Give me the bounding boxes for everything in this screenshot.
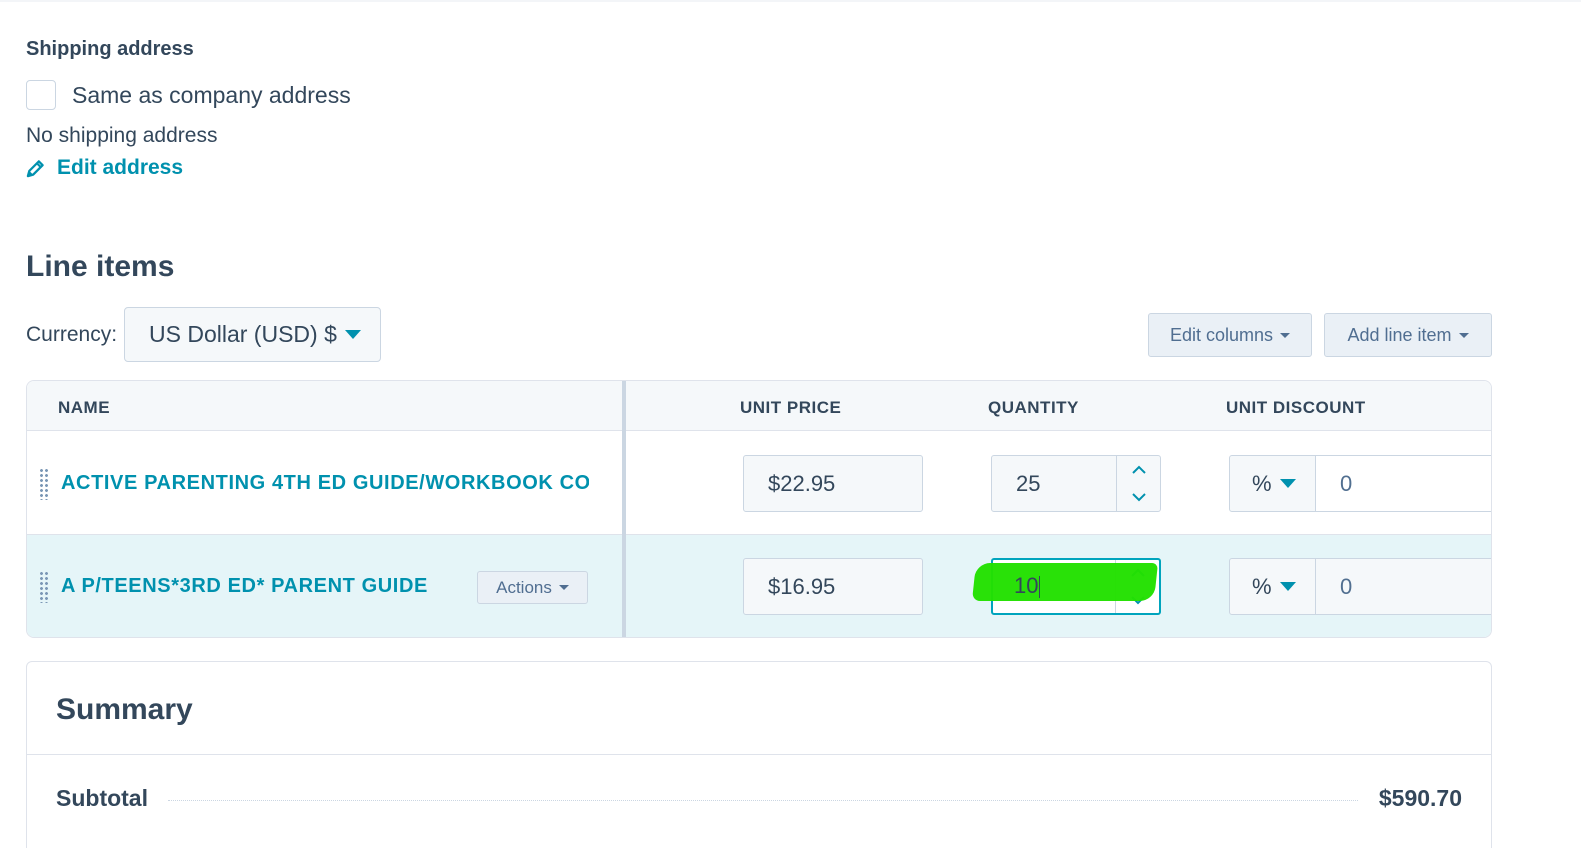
line-item-name-link[interactable]: A P/TEENS*3RD ED* PARENT GUIDE: [61, 575, 461, 598]
shipping-status-text: No shipping address: [26, 124, 218, 147]
table-row: A P/TEENS*3RD ED* PARENT GUIDE Actions $…: [27, 535, 1491, 637]
edit-address-link[interactable]: Edit address: [26, 156, 183, 180]
increment-button[interactable]: [1117, 456, 1161, 484]
add-line-item-label: Add line item: [1347, 324, 1452, 345]
line-item-name-link[interactable]: ACTIVE PARENTING 4TH ED GUIDE/WORKBOOK C…: [61, 472, 589, 495]
column-header-unit-price[interactable]: UNIT PRICE: [740, 398, 841, 418]
shipping-address-heading: Shipping address: [26, 38, 194, 60]
discount-type-value: %: [1252, 573, 1272, 599]
subtotal-label: Subtotal: [56, 785, 148, 811]
column-header-unit-discount[interactable]: UNIT DISCOUNT: [1226, 398, 1366, 418]
line-items-table: NAME UNIT PRICE QUANTITY UNIT DISCOUNT A…: [26, 380, 1492, 638]
add-line-item-button[interactable]: Add line item: [1324, 313, 1492, 357]
table-row: ACTIVE PARENTING 4TH ED GUIDE/WORKBOOK C…: [27, 432, 1491, 535]
summary-divider: [27, 754, 1491, 755]
discount-type-select[interactable]: %: [1229, 558, 1317, 615]
summary-card: Summary Subtotal $590.70: [26, 661, 1492, 848]
currency-value: US Dollar (USD) $: [149, 321, 337, 347]
top-divider: [0, 0, 1581, 2]
discount-value-input[interactable]: 0: [1315, 455, 1491, 512]
unit-price-input[interactable]: $22.95: [743, 455, 923, 512]
discount-type-select[interactable]: %: [1229, 455, 1317, 512]
table-header: NAME UNIT PRICE QUANTITY UNIT DISCOUNT: [27, 381, 1491, 431]
caret-down-icon: [558, 585, 569, 590]
subtotal-value: $590.70: [1378, 785, 1462, 811]
edit-columns-button[interactable]: Edit columns: [1148, 313, 1312, 357]
drag-handle-icon[interactable]: [39, 468, 49, 500]
chevron-up-icon: [1132, 465, 1146, 474]
actions-button[interactable]: Actions: [477, 571, 588, 604]
quantity-focused-value[interactable]: 10: [1014, 573, 1041, 599]
column-header-quantity[interactable]: QUANTITY: [988, 398, 1079, 418]
caret-down-icon: [344, 330, 361, 339]
summary-heading: Summary: [56, 693, 193, 726]
quantity-stepper[interactable]: 25: [991, 455, 1161, 512]
discount-type-value: %: [1252, 470, 1272, 496]
subtotal-leader-dots: [168, 800, 1358, 801]
caret-down-icon: [1280, 332, 1291, 338]
pencil-icon: [26, 159, 44, 177]
line-items-heading: Line items: [26, 250, 175, 283]
caret-down-icon: [1458, 332, 1469, 338]
quantity-value: 25: [1016, 470, 1041, 496]
caret-down-icon: [1279, 479, 1296, 488]
highlight-annotation: [972, 563, 1158, 601]
caret-down-icon: [1279, 582, 1296, 591]
currency-select[interactable]: US Dollar (USD) $: [124, 307, 381, 362]
discount-value-input[interactable]: 0: [1315, 558, 1491, 615]
frozen-column-divider[interactable]: [622, 381, 626, 637]
same-as-company-label[interactable]: Same as company address: [72, 82, 351, 109]
stepper-controls: [1116, 456, 1160, 511]
same-as-company-checkbox[interactable]: [26, 80, 56, 110]
drag-handle-icon[interactable]: [39, 571, 49, 603]
actions-label: Actions: [496, 577, 552, 597]
column-header-name[interactable]: NAME: [58, 398, 110, 418]
edit-columns-label: Edit columns: [1169, 324, 1274, 345]
edit-address-label[interactable]: Edit address: [57, 156, 183, 180]
same-as-company-row[interactable]: Same as company address: [26, 80, 351, 110]
decrement-button[interactable]: [1117, 484, 1161, 512]
unit-price-input[interactable]: $16.95: [743, 558, 923, 615]
currency-label: Currency:: [26, 323, 118, 346]
chevron-down-icon: [1132, 493, 1146, 502]
text-cursor: [1039, 576, 1041, 599]
